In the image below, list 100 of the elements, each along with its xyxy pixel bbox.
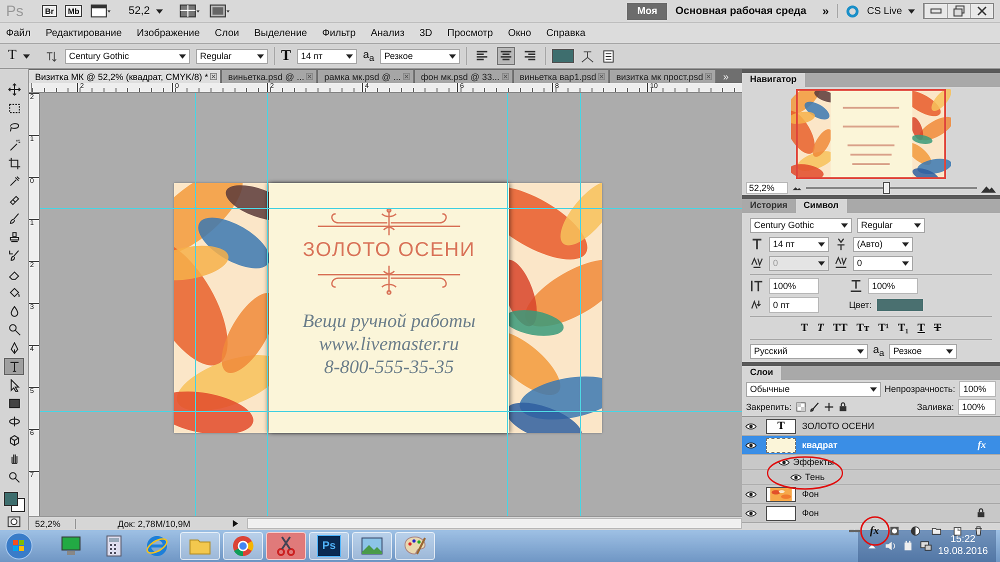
more-tabs-button[interactable]: » (717, 72, 735, 83)
slider-thumb[interactable] (883, 182, 890, 194)
horizontal-scale-field[interactable]: 100% (868, 278, 918, 294)
close-icon[interactable] (210, 73, 218, 80)
quick-mask-icon[interactable] (6, 514, 22, 530)
antialias-dropdown[interactable]: Резкое (380, 48, 460, 64)
play-arrow-icon[interactable] (232, 519, 239, 528)
blend-mode-dropdown[interactable]: Обычные (746, 382, 881, 396)
menu-item[interactable]: Редактирование (46, 28, 122, 38)
screen-mode-icon[interactable] (208, 4, 231, 18)
warp-text-icon[interactable] (580, 48, 596, 64)
effects-row[interactable]: Эффекты (742, 455, 1000, 470)
font-style-dropdown[interactable]: Regular (857, 218, 925, 232)
antialias-dropdown[interactable]: Резкое (889, 344, 958, 358)
trash-icon[interactable] (973, 526, 984, 536)
text-style-button[interactable]: T¹ (878, 322, 889, 334)
eye-icon[interactable] (778, 458, 790, 466)
font-style-dropdown[interactable]: Regular (196, 48, 268, 64)
power-plug-icon[interactable] (902, 540, 914, 552)
layer-row[interactable]: Фон (742, 504, 1000, 523)
text-style-button[interactable]: T (918, 322, 925, 334)
taskbar-button[interactable] (266, 532, 306, 560)
document-tab[interactable]: виньетка вар1.psd (514, 70, 610, 83)
horizontal-scrollbar[interactable] (247, 518, 742, 529)
menu-item[interactable]: Просмотр (447, 28, 493, 38)
menu-item[interactable]: Анализ (370, 28, 404, 38)
fill-field[interactable]: 100% (958, 399, 996, 415)
document-tab[interactable]: виньетка.psd @ ... (222, 70, 318, 83)
tool-button[interactable] (4, 358, 24, 376)
menu-item[interactable]: 3D (419, 28, 432, 38)
zoom-level-field[interactable]: 52,2% (29, 518, 76, 528)
taskbar-button[interactable]: Ps (309, 532, 349, 560)
mini-bridge-button[interactable]: Mb (64, 5, 82, 17)
font-family-dropdown[interactable]: Century Gothic (65, 48, 190, 64)
color-swatches[interactable] (3, 491, 25, 510)
text-style-button[interactable]: T (800, 322, 808, 334)
font-family-dropdown[interactable]: Century Gothic (750, 218, 852, 232)
document-tab[interactable]: фон мк.psd @ 33... (414, 70, 513, 83)
brush-icon[interactable] (810, 402, 820, 412)
lock-icon[interactable] (838, 402, 848, 412)
move-icon[interactable] (824, 402, 834, 412)
opacity-field[interactable]: 100% (959, 381, 996, 397)
effect-row[interactable]: Тень (742, 470, 1000, 485)
text-style-button[interactable]: T (817, 322, 824, 334)
text-color-swatch[interactable] (876, 299, 923, 311)
text-color-swatch[interactable] (552, 49, 574, 63)
text-style-button[interactable]: Tт (856, 322, 870, 334)
workspace-button[interactable]: Моя (627, 2, 668, 20)
menu-item[interactable]: Изображение (136, 28, 200, 38)
layer-row[interactable]: Фон (742, 485, 1000, 504)
eye-icon[interactable] (790, 474, 802, 480)
more-workspaces-button[interactable]: » (814, 4, 838, 18)
start-button[interactable] (4, 531, 34, 561)
zoom-dropdown[interactable]: 52,2 (120, 5, 171, 17)
taskbar-button[interactable] (223, 532, 263, 560)
speaker-icon[interactable] (884, 540, 896, 552)
text-style-button[interactable]: T₁ (898, 322, 909, 334)
menu-item[interactable]: Файл (6, 28, 31, 38)
navigator-zoom-field[interactable]: 52,2% (746, 182, 788, 194)
text-style-button[interactable]: TT (832, 322, 848, 334)
tool-preset-picker[interactable]: T (8, 48, 38, 64)
folder-icon[interactable] (931, 526, 942, 536)
arrange-icon[interactable] (178, 4, 201, 18)
align-button[interactable] (497, 47, 516, 65)
cs-live-menu[interactable]: CS Live (866, 6, 915, 16)
bridge-button[interactable]: Br (42, 5, 57, 17)
mountain-small-icon[interactable] (792, 185, 802, 191)
font-size-dropdown[interactable]: 14 пт (769, 236, 829, 252)
menu-item[interactable]: Окно (508, 28, 532, 38)
panel-tab[interactable]: Символ (796, 199, 847, 213)
clock-time[interactable]: 15:22 (950, 534, 976, 546)
eye-icon[interactable] (745, 442, 757, 448)
taskbar-button[interactable] (352, 532, 392, 560)
menu-item[interactable]: Выделение (254, 28, 308, 38)
lock-transparency-icon[interactable] (796, 402, 806, 412)
baseline-shift-field[interactable]: 0 пт (769, 297, 819, 313)
font-size-dropdown[interactable]: 14 пт (297, 48, 358, 64)
layers-tab[interactable]: Слои (742, 366, 782, 380)
screen-layout-icon[interactable] (90, 4, 112, 18)
menu-item[interactable]: Фильтр (322, 28, 356, 38)
eye-icon[interactable] (745, 510, 757, 516)
vertical-scale-field[interactable]: 100% (769, 278, 819, 294)
menu-item[interactable]: Справка (546, 28, 586, 38)
document-tab[interactable]: рамка мк.psd @ ... (318, 70, 414, 83)
eye-icon[interactable] (745, 422, 757, 430)
menu-item[interactable]: Слои (214, 28, 240, 38)
taskbar-button[interactable] (395, 532, 435, 560)
network-icon[interactable] (920, 540, 932, 552)
workspace-switcher[interactable]: Основная рабочая среда (675, 5, 806, 17)
text-style-button[interactable]: T (934, 322, 942, 334)
document-tab[interactable]: визитка мк прост.psd (610, 70, 716, 83)
new-layer-icon[interactable] (952, 526, 963, 536)
leading-dropdown[interactable]: (Авто) (853, 236, 913, 252)
language-dropdown[interactable]: Русский (750, 344, 868, 358)
mountain-large-icon[interactable] (981, 184, 996, 192)
mask-icon[interactable] (889, 526, 900, 536)
eye-icon[interactable] (745, 490, 757, 498)
tracking-dropdown[interactable]: 0 (853, 256, 913, 270)
panels-icon[interactable] (601, 48, 616, 64)
clock-date[interactable]: 19.08.2016 (938, 546, 988, 558)
